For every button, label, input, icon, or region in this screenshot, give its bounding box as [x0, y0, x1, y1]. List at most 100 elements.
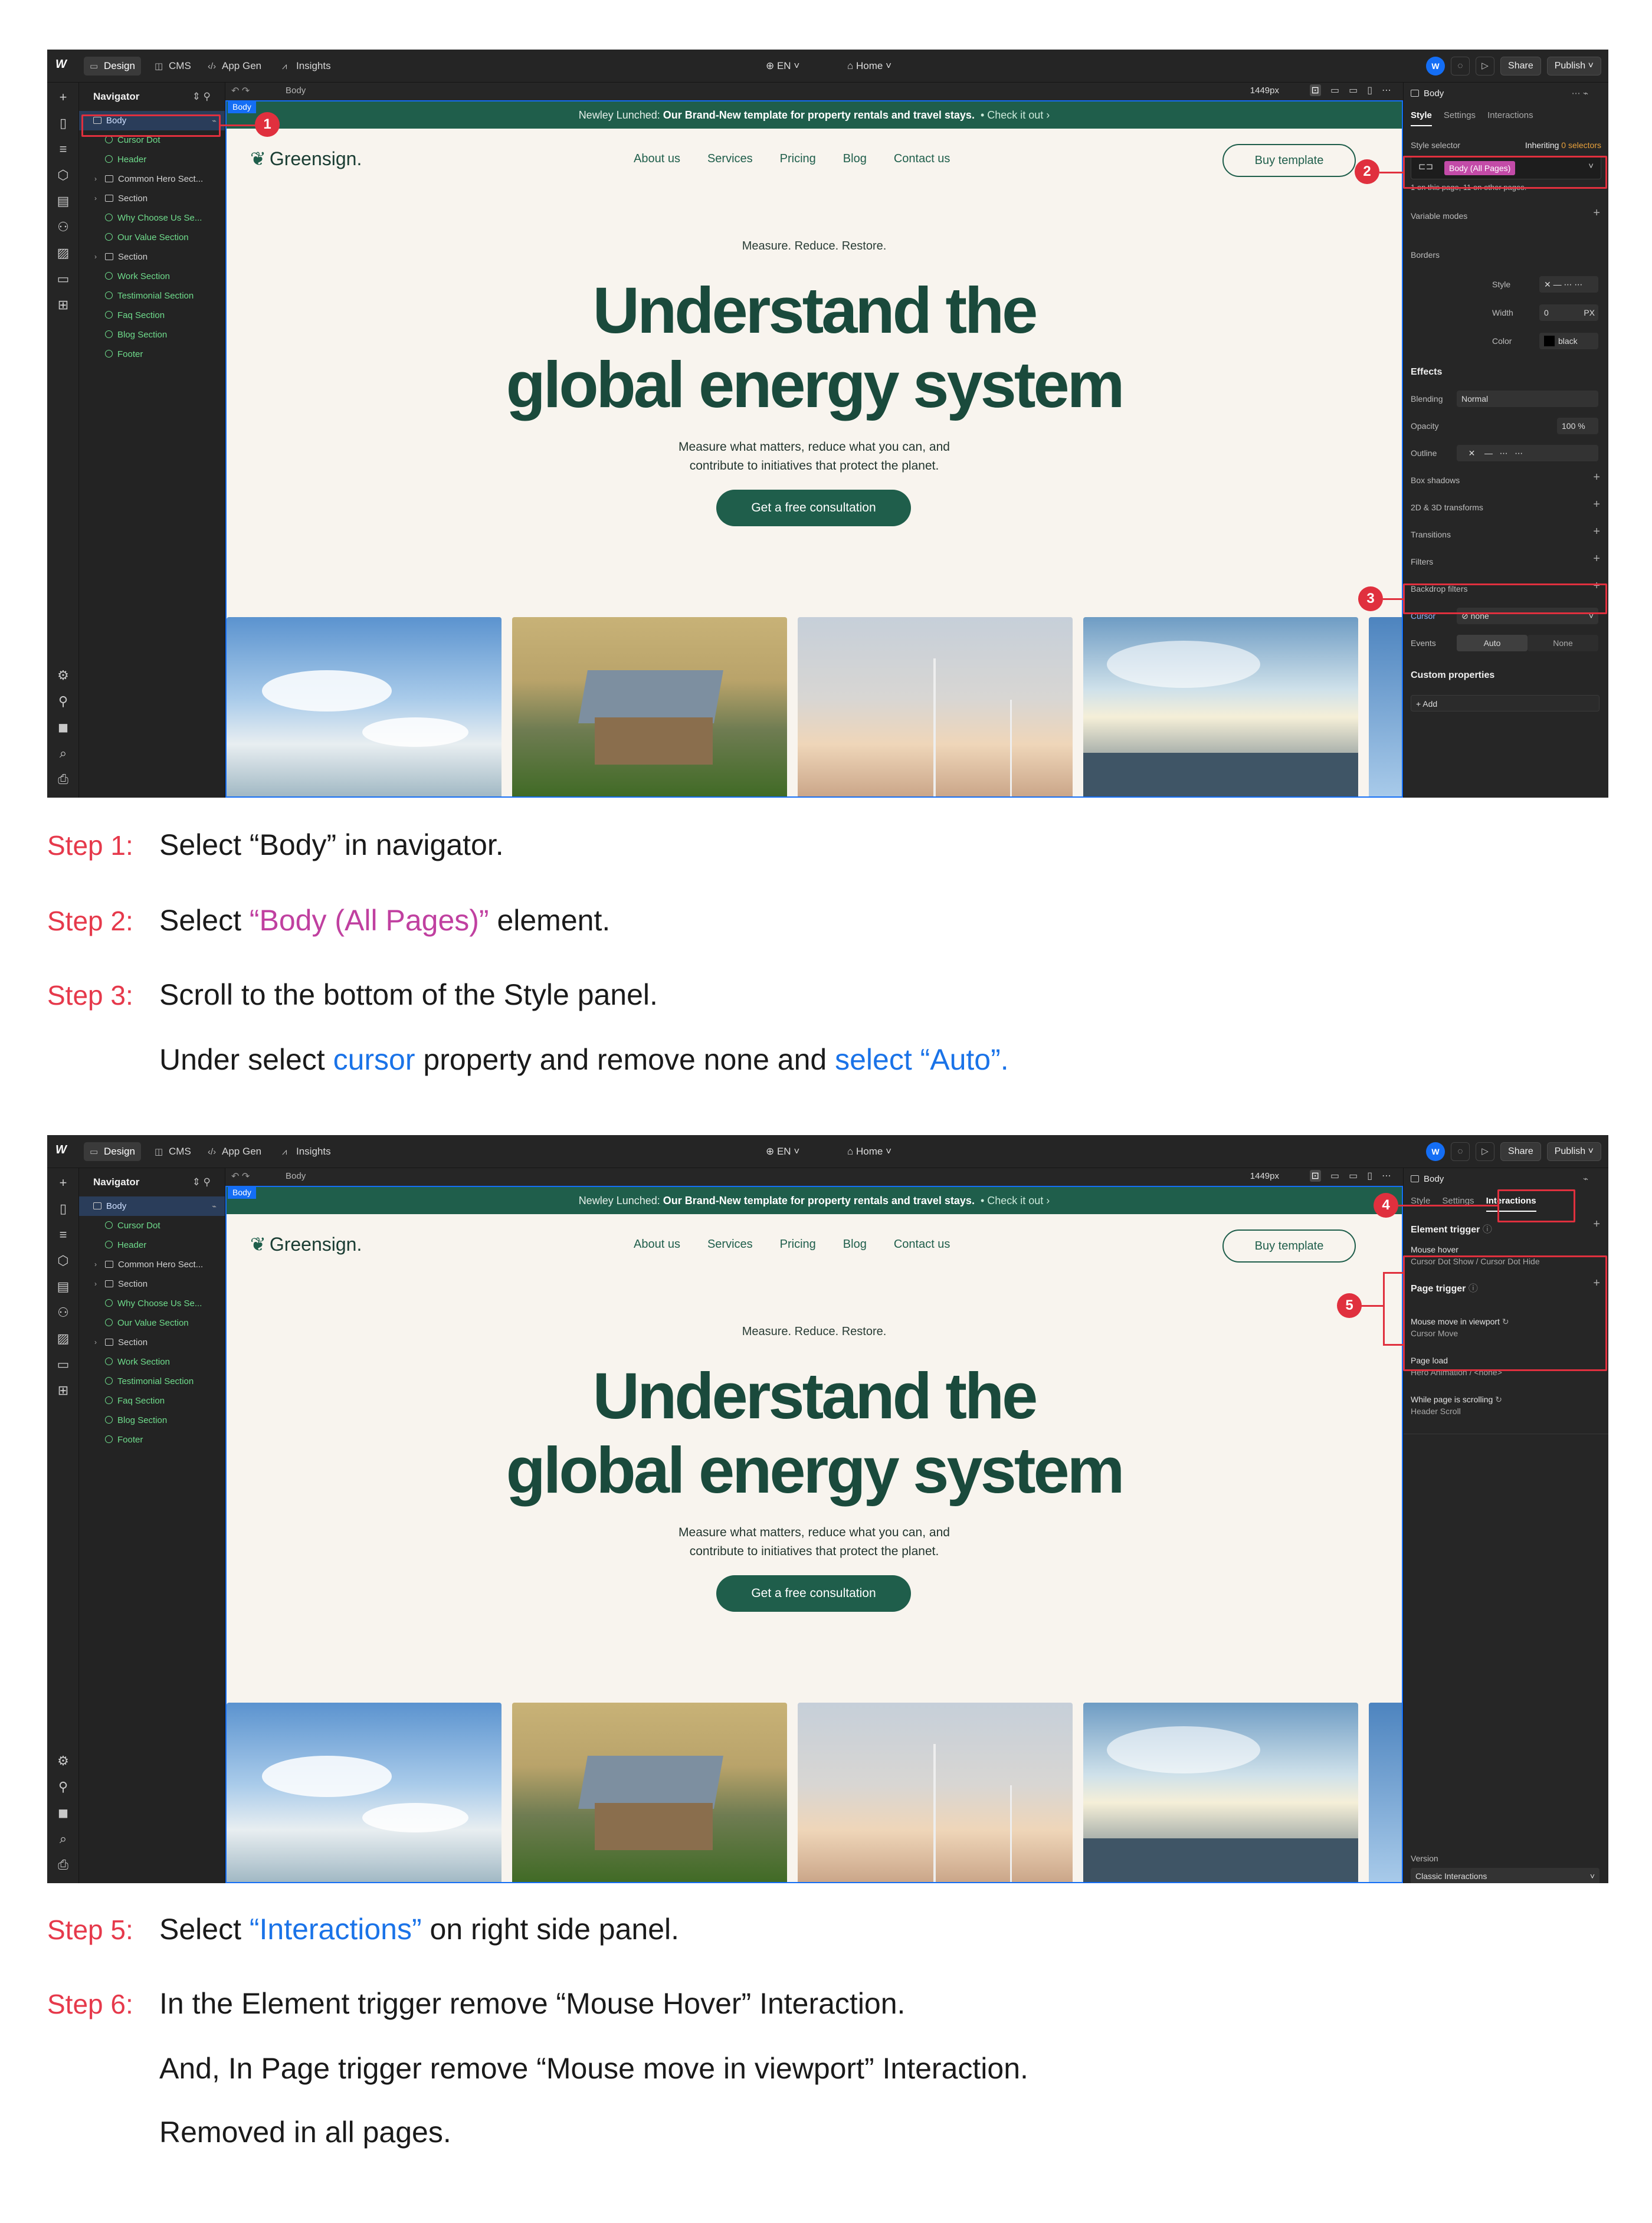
- nav-item-footer[interactable]: Footer: [79, 1430, 225, 1450]
- tab-style[interactable]: Style: [1411, 105, 1432, 126]
- body-element-tag[interactable]: Body: [228, 101, 256, 113]
- components-icon[interactable]: ⬡: [54, 1252, 72, 1270]
- tab-design[interactable]: ▭ Design: [84, 57, 141, 76]
- webflow-logo-icon[interactable]: W: [55, 58, 73, 74]
- cms-icon[interactable]: ▤: [54, 1278, 72, 1296]
- nav-item-faq[interactable]: Faq Section: [79, 1391, 225, 1411]
- tab-app-gen[interactable]: ‹/› App Gen: [202, 1142, 267, 1161]
- audit-icon[interactable]: ⚲: [54, 1778, 72, 1796]
- nav-item-why-choose[interactable]: Why Choose Us Se...: [79, 208, 225, 228]
- stop-icon[interactable]: ◼: [54, 719, 72, 736]
- phone-breakpoint-icon[interactable]: ▯: [1367, 1170, 1372, 1182]
- pin-icon[interactable]: ⇕ ⚲: [192, 1168, 211, 1196]
- tab-cms[interactable]: ◫ CMS: [149, 1142, 197, 1161]
- add-transform-icon[interactable]: +: [1593, 498, 1600, 512]
- settings-gear-icon[interactable]: ⚙: [54, 667, 72, 684]
- info-icon[interactable]: ⓘ: [1483, 1225, 1492, 1235]
- menu-about[interactable]: About us: [634, 1238, 680, 1251]
- border-style-control[interactable]: ✕ — ⋯ ⋯: [1539, 276, 1598, 293]
- navigator-icon[interactable]: ≡: [54, 1226, 72, 1244]
- canvas-width-readout[interactable]: 1449px: [1250, 1171, 1279, 1181]
- landscape-breakpoint-icon[interactable]: ▭: [1349, 1170, 1358, 1182]
- avatar[interactable]: W: [1426, 57, 1446, 76]
- comment-icon[interactable]: ◌: [1451, 57, 1470, 76]
- tab-app-gen[interactable]: ‹/› App Gen: [202, 57, 267, 76]
- nav-item-header[interactable]: Header: [79, 1235, 225, 1255]
- search-icon[interactable]: ⌕: [54, 1830, 72, 1848]
- add-custom-property-button[interactable]: + Add: [1411, 695, 1599, 712]
- share-button[interactable]: Share: [1500, 1142, 1541, 1161]
- nav-item-faq[interactable]: Faq Section: [79, 306, 225, 325]
- variables-icon[interactable]: ⚇: [54, 1304, 72, 1322]
- breadcrumb[interactable]: Body: [286, 1171, 306, 1181]
- buy-template-button[interactable]: Buy template: [1222, 1229, 1356, 1263]
- add-icon[interactable]: +: [54, 88, 72, 106]
- add-icon[interactable]: +: [54, 1174, 72, 1192]
- tab-style[interactable]: Style: [1411, 1191, 1430, 1212]
- nav-item-cursor-dot[interactable]: Cursor Dot: [79, 1216, 225, 1235]
- webflow-logo-icon[interactable]: W: [55, 1143, 73, 1160]
- check-it-out-link[interactable]: • Check it out ›: [981, 109, 1050, 121]
- border-color-input[interactable]: black: [1539, 333, 1598, 349]
- tab-settings[interactable]: Settings: [1444, 105, 1476, 126]
- video-icon[interactable]: ⎙: [54, 770, 72, 788]
- custom-properties-heading[interactable]: Custom properties: [1411, 670, 1601, 681]
- video-icon[interactable]: ⎙: [54, 1856, 72, 1874]
- stop-icon[interactable]: ◼: [54, 1804, 72, 1822]
- nav-item-section[interactable]: › Section: [79, 247, 225, 267]
- pages-icon[interactable]: ▯: [54, 1200, 72, 1218]
- buy-template-button[interactable]: Buy template: [1222, 144, 1356, 177]
- preview-play-icon[interactable]: ▷: [1476, 1142, 1495, 1161]
- menu-services[interactable]: Services: [707, 1238, 753, 1251]
- tab-interactions[interactable]: Interactions: [1487, 105, 1533, 126]
- page-switcher[interactable]: ⌂ Home ˅: [847, 1142, 891, 1161]
- nav-item-testimonial[interactable]: Testimonial Section: [79, 286, 225, 306]
- tablet-breakpoint-icon[interactable]: ▭: [1330, 1170, 1339, 1182]
- tab-insights[interactable]: ⩘ Insights: [276, 57, 337, 76]
- more-icon[interactable]: ⋯ ⌁: [1572, 83, 1588, 105]
- landscape-breakpoint-icon[interactable]: ▭: [1349, 84, 1358, 96]
- menu-about[interactable]: About us: [634, 152, 680, 166]
- pages-icon[interactable]: ▯: [54, 114, 72, 132]
- brand-logo[interactable]: ❦ Greensign.: [250, 1233, 362, 1255]
- tab-cms[interactable]: ◫ CMS: [149, 57, 197, 76]
- assets-icon[interactable]: ▨: [54, 244, 72, 262]
- add-filter-icon[interactable]: +: [1593, 552, 1600, 566]
- nav-item-header[interactable]: Header: [79, 150, 225, 169]
- page-switcher[interactable]: ⌂ Home ˅: [847, 57, 891, 76]
- nav-item-section[interactable]: › Section: [79, 1274, 225, 1294]
- add-element-trigger-icon[interactable]: +: [1593, 1218, 1600, 1231]
- settings-gear-icon[interactable]: ⚙: [54, 1752, 72, 1770]
- cms-icon[interactable]: ▤: [54, 192, 72, 210]
- navigator-icon[interactable]: ≡: [54, 140, 72, 158]
- blending-select[interactable]: Normal: [1457, 391, 1598, 407]
- link-icon[interactable]: ⌁: [1583, 1168, 1588, 1191]
- caret-right-icon[interactable]: ›: [94, 1274, 97, 1294]
- locale-switcher[interactable]: ⊕ EN ˅: [766, 57, 799, 76]
- nav-item-section[interactable]: › Section: [79, 1333, 225, 1352]
- undo-redo-icon[interactable]: ↶ ↷: [231, 1170, 250, 1182]
- desktop-breakpoint-icon[interactable]: ⊡: [1309, 1170, 1321, 1182]
- nav-item-common-hero[interactable]: › Common Hero Sect...: [79, 169, 225, 189]
- body-element-tag[interactable]: Body: [228, 1187, 256, 1199]
- caret-right-icon[interactable]: ›: [94, 1255, 97, 1274]
- book-icon[interactable]: ▭: [54, 1356, 72, 1373]
- site-preview[interactable]: Body Newley Lunched: Our Brand-New templ…: [225, 100, 1403, 798]
- site-preview[interactable]: Body Newley Lunched: Our Brand-New templ…: [225, 1186, 1403, 1883]
- version-select[interactable]: Classic Interactions ˅: [1411, 1868, 1599, 1883]
- caret-right-icon[interactable]: ›: [94, 189, 97, 208]
- add-transition-icon[interactable]: +: [1593, 525, 1600, 539]
- add-variable-mode-icon[interactable]: +: [1593, 206, 1600, 220]
- phone-breakpoint-icon[interactable]: ▯: [1367, 84, 1372, 96]
- border-width-input[interactable]: 0 PX: [1539, 304, 1598, 321]
- menu-contact[interactable]: Contact us: [894, 152, 950, 166]
- events-auto-option[interactable]: Auto: [1457, 635, 1528, 651]
- nav-item-blog[interactable]: Blog Section: [79, 325, 225, 345]
- canvas-width-readout[interactable]: 1449px: [1250, 86, 1279, 96]
- add-shadow-icon[interactable]: +: [1593, 471, 1600, 484]
- nav-item-our-value[interactable]: Our Value Section: [79, 1313, 225, 1333]
- tablet-breakpoint-icon[interactable]: ▭: [1330, 84, 1339, 96]
- effects-heading[interactable]: Effects: [1411, 367, 1601, 378]
- publish-button[interactable]: Publish ˅: [1546, 1142, 1601, 1161]
- nav-item-work[interactable]: Work Section: [79, 267, 225, 286]
